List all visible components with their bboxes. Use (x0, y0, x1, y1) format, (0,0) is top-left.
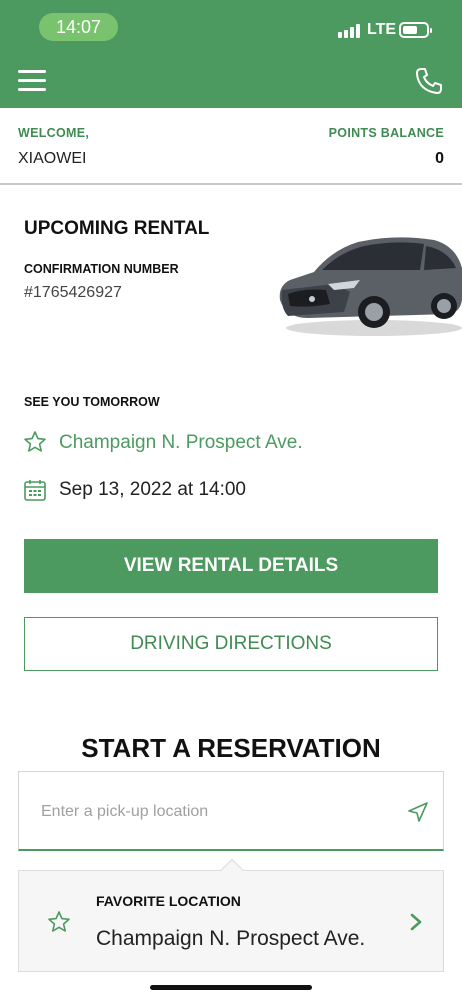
favorite-location-card[interactable]: FAVORITE LOCATION Champaign N. Prospect … (18, 858, 444, 972)
upcoming-rental-title: UPCOMING RENTAL (24, 218, 210, 239)
car-image (279, 237, 462, 336)
view-rental-details-button[interactable]: VIEW RENTAL DETAILS (24, 539, 438, 593)
battery-icon (399, 22, 432, 38)
dropdown-caret (220, 858, 244, 882)
star-icon (24, 431, 46, 452)
points-balance-value: 0 (435, 150, 444, 167)
network-type: LTE (367, 21, 397, 38)
app-header (0, 54, 462, 108)
points-balance-label: POINTS BALANCE (328, 126, 444, 140)
welcome-label: WELCOME, (18, 126, 90, 140)
pickup-location-input[interactable] (41, 800, 371, 824)
status-time: 14:07 (39, 13, 118, 41)
welcome-bar: WELCOME, XIAOWEI POINTS BALANCE 0 (0, 108, 462, 185)
start-reservation-title: START A RESERVATION (81, 733, 381, 763)
rental-location-link[interactable]: Champaign N. Prospect Ave. (59, 432, 303, 454)
driving-directions-button[interactable]: DRIVING DIRECTIONS (24, 617, 438, 671)
confirmation-number-label: CONFIRMATION NUMBER (24, 262, 179, 276)
calendar-icon (24, 480, 46, 501)
user-name: XIAOWEI (18, 150, 87, 167)
location-arrow-icon[interactable] (407, 801, 429, 823)
favorite-location-label: FAVORITE LOCATION (96, 893, 241, 909)
home-indicator[interactable] (150, 985, 312, 990)
star-icon (48, 911, 70, 932)
rental-datetime: Sep 13, 2022 at 14:00 (59, 479, 246, 500)
cellular-signal-icon (338, 24, 362, 38)
status-bar: 14:07 LTE (0, 0, 462, 54)
confirmation-number: #1765426927 (24, 284, 122, 301)
chevron-right-icon[interactable] (409, 912, 423, 932)
see-you-tomorrow-label: SEE YOU TOMORROW (24, 395, 160, 409)
hamburger-menu-icon[interactable] (18, 70, 46, 92)
phone-icon[interactable] (414, 66, 444, 96)
favorite-location-name: Champaign N. Prospect Ave. (96, 927, 366, 950)
pickup-location-field (18, 771, 444, 851)
